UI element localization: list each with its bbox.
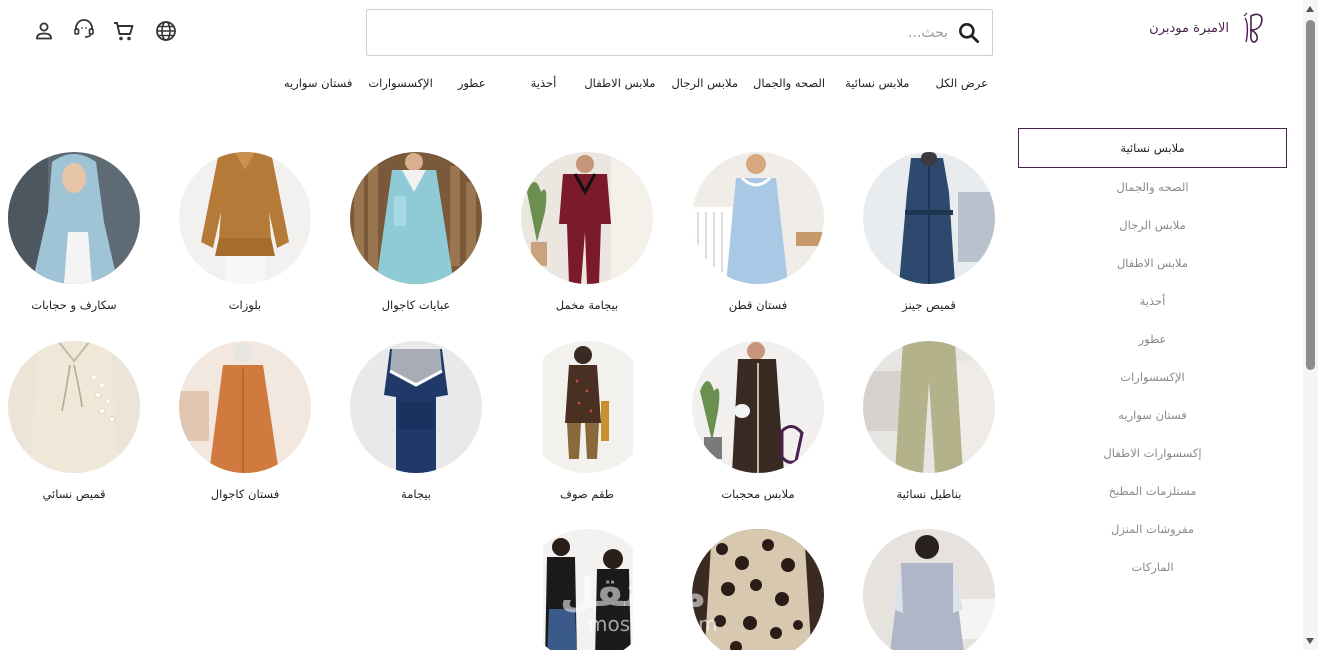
- scroll-down-icon[interactable]: [1306, 638, 1314, 644]
- category-image: [8, 152, 140, 284]
- nav-item-beauty[interactable]: الصحه والجمال: [753, 76, 825, 96]
- category-label: فستان قطن: [728, 298, 788, 312]
- category-card[interactable]: [863, 529, 995, 650]
- category-card[interactable]: ملابس محجبات: [692, 341, 824, 501]
- category-label: بيجامة مخمل: [555, 298, 619, 312]
- category-label: عبايات كاجوال: [381, 298, 451, 312]
- main-nav: عرض الكل ملابس نسائية الصحه والجمال ملاب…: [284, 76, 988, 96]
- nav-item-accessories[interactable]: الإكسسوارات: [368, 76, 432, 96]
- category-card[interactable]: [692, 529, 824, 650]
- category-label: بيجامة: [401, 487, 431, 501]
- sidebar-item-beauty[interactable]: الصحه والجمال: [1018, 168, 1287, 206]
- category-image: [692, 341, 824, 473]
- category-label: فستان كاجوال: [210, 487, 280, 501]
- category-card[interactable]: سكارف و حجابات: [8, 152, 140, 312]
- category-label: بناطيل نسائية: [896, 487, 962, 501]
- category-label: قميص جينز: [902, 298, 956, 312]
- category-card[interactable]: بيجامة مخمل: [521, 152, 653, 312]
- category-card[interactable]: بلوزات: [179, 152, 311, 312]
- sidebar-item-kitchen[interactable]: مستلزمات المطبخ: [1018, 472, 1287, 510]
- category-card[interactable]: بناطيل نسائية: [863, 341, 995, 501]
- sidebar-item-kids[interactable]: ملابس الاطفال: [1018, 244, 1287, 282]
- category-card[interactable]: فستان كاجوال: [179, 341, 311, 501]
- category-image: [521, 341, 653, 473]
- category-label: قميص نسائي: [42, 487, 106, 501]
- category-sidebar: ملابس نسائية الصحه والجمال ملابس الرجال …: [1018, 128, 1287, 586]
- nav-item-kids[interactable]: ملابس الاطفال: [584, 76, 655, 96]
- category-image: [350, 152, 482, 284]
- category-card[interactable]: عبايات كاجوال: [350, 152, 482, 312]
- nav-item-perfumes[interactable]: عطور: [458, 76, 486, 96]
- category-image: [521, 152, 653, 284]
- sidebar-item-evening-dress[interactable]: فستان سواريه: [1018, 396, 1287, 434]
- nav-item-evening-dress[interactable]: فستان سواريه: [284, 76, 353, 96]
- category-image: [179, 152, 311, 284]
- sidebar-item-brands[interactable]: الماركات: [1018, 548, 1287, 586]
- support-icon[interactable]: [71, 16, 97, 42]
- category-card[interactable]: قميص جينز: [863, 152, 995, 312]
- nav-item-shoes[interactable]: أحذية: [531, 76, 557, 96]
- category-image: [179, 341, 311, 473]
- nav-item-men[interactable]: ملابس الرجال: [671, 76, 738, 96]
- nav-item-women[interactable]: ملابس نسائية: [845, 76, 909, 96]
- category-label: ملابس محجبات: [721, 487, 795, 501]
- category-label: سكارف و حجابات: [31, 298, 117, 312]
- search-input[interactable]: [367, 12, 956, 53]
- header: الامبرة مودبرن: [0, 0, 1303, 64]
- category-image: [692, 152, 824, 284]
- search-bar: [366, 9, 993, 56]
- category-image: [692, 529, 824, 650]
- category-image: [863, 341, 995, 473]
- brand-name: الامبرة مودبرن: [1149, 20, 1229, 36]
- sidebar-item-shoes[interactable]: أحذية: [1018, 282, 1287, 320]
- account-icon[interactable]: [31, 18, 57, 44]
- category-label: بلوزات: [228, 298, 262, 312]
- brand-logo[interactable]: الامبرة مودبرن: [1149, 10, 1265, 46]
- category-card[interactable]: قميص نسائي: [8, 341, 140, 501]
- category-card[interactable]: بيجامة: [350, 341, 482, 501]
- sidebar-item-kids-accessories[interactable]: إكسسوارات الاطفال: [1018, 434, 1287, 472]
- scrollbar[interactable]: [1303, 0, 1318, 650]
- scroll-thumb[interactable]: [1306, 20, 1315, 370]
- sidebar-item-home-furnishing[interactable]: مفروشات المنزل: [1018, 510, 1287, 548]
- cart-icon[interactable]: [111, 18, 137, 44]
- sidebar-item-accessories[interactable]: الإكسسوارات: [1018, 358, 1287, 396]
- category-image: [863, 529, 995, 650]
- category-image: [863, 152, 995, 284]
- search-icon[interactable]: [956, 20, 982, 46]
- category-image: [8, 341, 140, 473]
- category-label: طقم صوف: [560, 487, 614, 501]
- category-image: [350, 341, 482, 473]
- sidebar-item-women[interactable]: ملابس نسائية: [1018, 128, 1287, 168]
- sidebar-item-perfumes[interactable]: عطور: [1018, 320, 1287, 358]
- sidebar-item-men[interactable]: ملابس الرجال: [1018, 206, 1287, 244]
- scroll-up-icon[interactable]: [1306, 6, 1314, 12]
- category-card[interactable]: طقم صوف: [521, 341, 653, 501]
- category-card[interactable]: [521, 529, 653, 650]
- butterfly-logo-icon: [1243, 12, 1263, 43]
- language-icon[interactable]: [153, 18, 179, 44]
- category-card[interactable]: فستان قطن: [692, 152, 824, 312]
- nav-item-all[interactable]: عرض الكل: [935, 76, 988, 96]
- category-image: [521, 529, 653, 650]
